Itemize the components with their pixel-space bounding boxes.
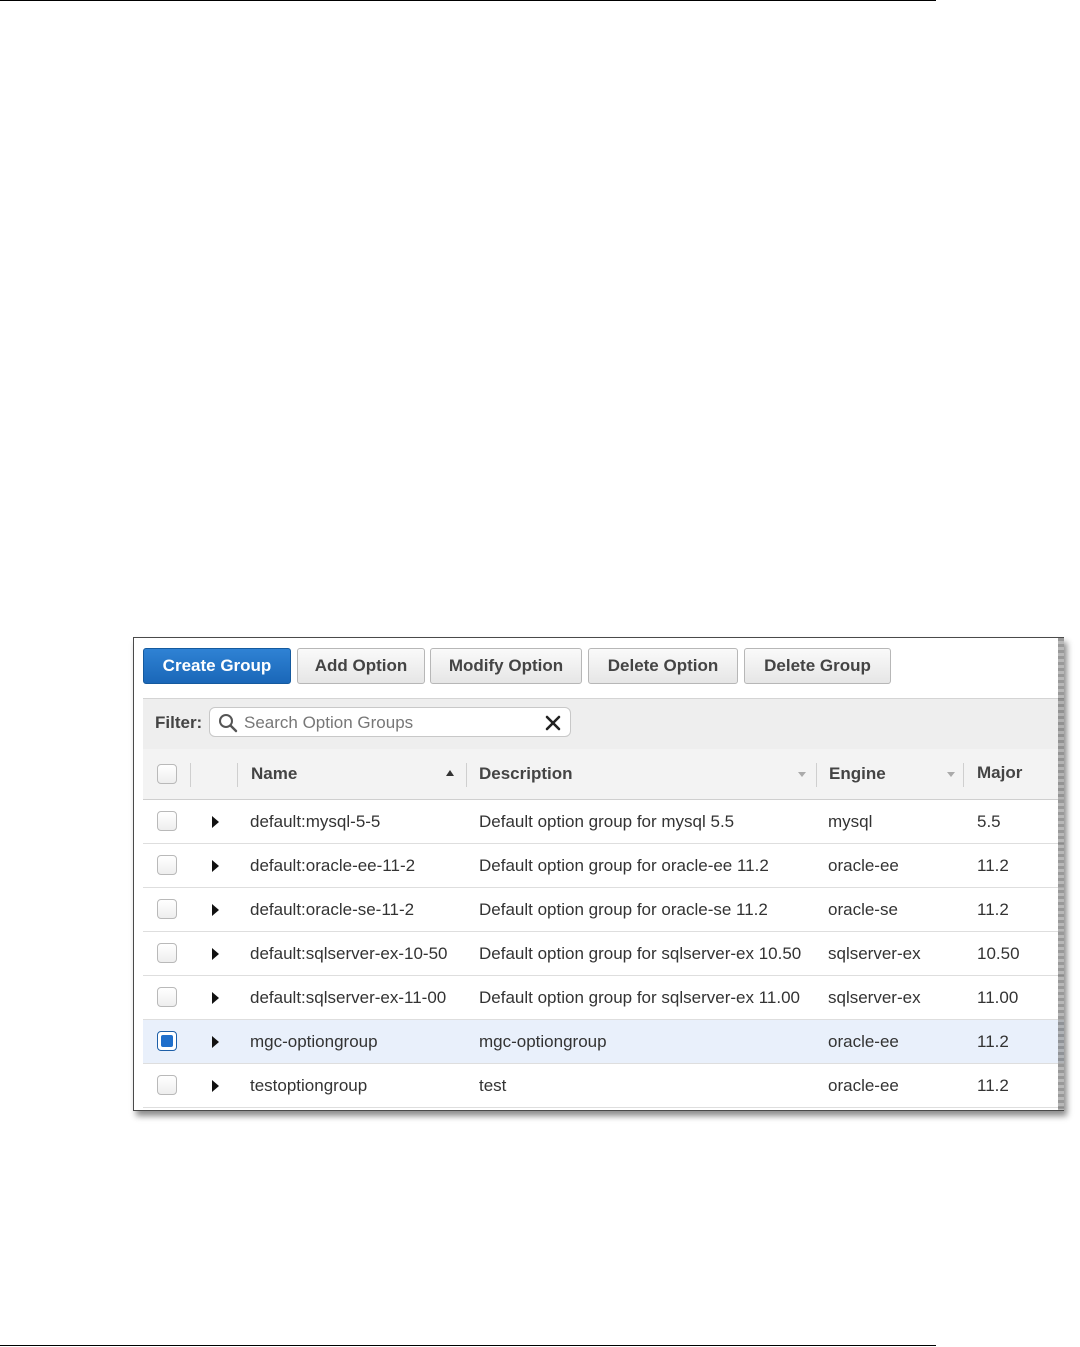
row-major: 10.50 <box>977 944 1020 963</box>
page-bottom-rule <box>0 1345 936 1346</box>
row-description: Default option group for mysql 5.5 <box>479 812 735 831</box>
create-group-button[interactable]: Create Group <box>143 648 291 684</box>
table-row[interactable]: default:mysql-5-5 Default option group f… <box>143 800 1064 844</box>
row-checkbox[interactable] <box>157 943 177 963</box>
row-major: 5.5 <box>977 812 1001 831</box>
row-description: Default option group for sqlserver-ex 11… <box>479 988 800 1007</box>
table-row[interactable]: default:oracle-se-11-2 Default option gr… <box>143 888 1064 932</box>
row-name: testoptiongroup <box>250 1076 368 1095</box>
row-name: default:oracle-ee-11-2 <box>250 856 416 875</box>
page-top-rule <box>0 0 936 1</box>
row-description: mgc-optiongroup <box>479 1032 607 1051</box>
table-row-selected[interactable]: mgc-optiongroup mgc-optiongroup oracle-e… <box>143 1020 1064 1064</box>
delete-option-button[interactable]: Delete Option <box>588 648 738 684</box>
table-row[interactable]: default:sqlserver-ex-10-50 Default optio… <box>143 932 1064 976</box>
row-engine: oracle-ee <box>828 856 899 875</box>
row-name: mgc-optiongroup <box>250 1032 378 1051</box>
column-header-description[interactable]: Description <box>467 749 815 799</box>
option-groups-table: Name Description Engine Major default:my… <box>143 749 1064 1108</box>
row-engine: mysql <box>828 812 873 831</box>
row-engine: sqlserver-ex <box>828 988 921 1007</box>
expand-arrow-icon[interactable] <box>212 1036 219 1048</box>
row-major: 11.2 <box>977 1032 1009 1051</box>
add-option-button[interactable]: Add Option <box>297 648 425 684</box>
table-row[interactable]: testoptiongroup test oracle-ee 11.2 <box>143 1064 1064 1108</box>
column-header-engine[interactable]: Engine <box>817 749 962 799</box>
row-name: default:mysql-5-5 <box>250 812 381 831</box>
expand-arrow-icon[interactable] <box>212 904 219 916</box>
row-description: Default option group for oracle-ee 11.2 <box>479 856 769 875</box>
row-checkbox[interactable] <box>157 987 177 1007</box>
row-checkbox[interactable] <box>157 1075 177 1095</box>
filter-label: Filter: <box>155 713 203 732</box>
row-checkbox-checked[interactable] <box>157 1031 177 1051</box>
column-divider <box>190 763 191 787</box>
select-all-checkbox[interactable] <box>157 764 177 784</box>
search-input[interactable] <box>242 710 536 736</box>
close-icon[interactable] <box>544 714 562 732</box>
expand-arrow-icon[interactable] <box>212 948 219 960</box>
row-checkbox[interactable] <box>157 899 177 919</box>
row-checkbox[interactable] <box>157 811 177 831</box>
row-description: Default option group for oracle-se 11.2 <box>479 900 768 919</box>
modify-option-button[interactable]: Modify Option <box>430 648 582 684</box>
table-row[interactable]: default:oracle-ee-11-2 Default option gr… <box>143 844 1064 888</box>
table-header-row: Name Description Engine Major <box>143 749 1064 800</box>
expand-arrow-icon[interactable] <box>212 816 219 828</box>
delete-group-button[interactable]: Delete Group <box>744 648 891 684</box>
row-checkbox[interactable] <box>157 855 177 875</box>
column-header-major[interactable]: Major <box>964 749 1064 799</box>
expand-arrow-icon[interactable] <box>212 992 219 1004</box>
table-row[interactable]: default:sqlserver-ex-11-00 Default optio… <box>143 976 1064 1020</box>
column-header-engine-label: Engine <box>829 764 886 783</box>
sort-caret-icon <box>947 772 955 777</box>
row-name: default:sqlserver-ex-10-50 <box>250 944 448 963</box>
expand-arrow-icon[interactable] <box>212 1080 219 1092</box>
column-header-description-label: Description <box>479 764 573 783</box>
expand-arrow-icon[interactable] <box>212 860 219 872</box>
sort-ascending-icon <box>446 770 454 776</box>
sort-caret-icon <box>798 772 806 777</box>
row-name: default:sqlserver-ex-11-00 <box>250 988 447 1007</box>
row-engine: sqlserver-ex <box>828 944 921 963</box>
row-engine: oracle-se <box>828 900 898 919</box>
row-major: 11.00 <box>977 988 1019 1007</box>
row-name: default:oracle-se-11-2 <box>250 900 415 919</box>
search-box[interactable] <box>209 707 571 737</box>
row-description: Default option group for sqlserver-ex 10… <box>479 944 802 963</box>
column-header-major-label: Major <box>977 763 1023 782</box>
search-icon <box>219 714 238 733</box>
option-groups-panel: Create Group Add Option Modify Option De… <box>133 637 1064 1111</box>
row-major: 11.2 <box>977 1076 1009 1095</box>
column-header-name[interactable]: Name <box>238 749 466 799</box>
row-engine: oracle-ee <box>828 1076 899 1095</box>
row-engine: oracle-ee <box>828 1032 899 1051</box>
column-header-name-label: Name <box>251 764 298 783</box>
row-major: 11.2 <box>977 856 1009 875</box>
row-description: test <box>479 1076 507 1095</box>
toolbar: Create Group Add Option Modify Option De… <box>134 638 1064 698</box>
filter-bar: Filter: <box>143 698 1064 750</box>
row-major: 11.2 <box>977 900 1009 919</box>
